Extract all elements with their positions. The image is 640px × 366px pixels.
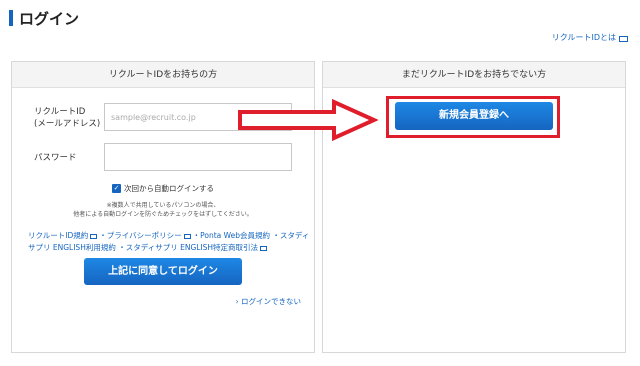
recruit-id-terms-link[interactable]: リクルートID規約 bbox=[28, 231, 88, 240]
register-panel: まだリクルートIDをお持ちでない方 新規会員登録へ bbox=[322, 61, 626, 353]
auto-login-option[interactable]: ✓ 次回から自動ログインする bbox=[112, 183, 214, 194]
recruit-id-label-line2: (メールアドレス) bbox=[34, 119, 101, 129]
new-registration-button[interactable]: 新規会員登録へ bbox=[395, 102, 553, 130]
auto-login-note-line2: 他者による自動ログインを防ぐためチェックをはずしてください。 bbox=[73, 211, 253, 218]
external-link-icon bbox=[90, 233, 98, 239]
external-link-icon bbox=[260, 245, 268, 251]
recruit-id-label-line1: リクルートID bbox=[34, 107, 86, 117]
external-link-icon bbox=[183, 233, 191, 239]
external-link-icon bbox=[619, 35, 628, 42]
ponta-web-terms-link[interactable]: Ponta Web会員規約 bbox=[200, 231, 270, 240]
auto-login-checkbox[interactable]: ✓ bbox=[112, 184, 121, 193]
recruit-id-help-link-label: リクルートIDとは bbox=[551, 33, 616, 42]
login-panel-heading: リクルートIDをお持ちの方 bbox=[12, 62, 314, 88]
recruit-id-label: リクルートID (メールアドレス) bbox=[34, 106, 100, 130]
auto-login-label: 次回から自動ログインする bbox=[124, 184, 214, 193]
recruit-id-field[interactable] bbox=[104, 103, 292, 131]
cannot-login-label: ログインできない bbox=[241, 297, 301, 306]
page-title: ログイン bbox=[9, 8, 79, 28]
password-label: パスワード bbox=[34, 153, 77, 163]
policy-links: リクルートID規約 ・プライバシーポリシー ・Ponta Web会員規約 ・スタディ… bbox=[28, 231, 310, 252]
password-input[interactable] bbox=[105, 144, 291, 170]
register-panel-heading: まだリクルートIDをお持ちでない方 bbox=[323, 62, 625, 88]
page-title-text: ログイン bbox=[19, 9, 80, 28]
password-field[interactable] bbox=[104, 143, 292, 171]
privacy-policy-link[interactable]: プライバシーポリシー bbox=[107, 231, 182, 240]
recruit-id-help-link[interactable]: リクルートIDとは bbox=[552, 32, 628, 43]
auto-login-note-line1: ※複数人で共用しているパソコンの場合、 bbox=[106, 202, 220, 209]
chevron-right-icon: › bbox=[235, 297, 239, 306]
cannot-login-link[interactable]: › ログインできない bbox=[236, 296, 301, 307]
title-accent-bar bbox=[9, 10, 13, 26]
studysapuri-english-commerce-link[interactable]: スタディサプリ ENGLISH特定商取引法 bbox=[126, 243, 258, 252]
recruit-id-input[interactable] bbox=[105, 104, 291, 130]
agree-and-login-button[interactable]: 上記に同意してログイン bbox=[84, 258, 242, 285]
login-panel: リクルートIDをお持ちの方 リクルートID (メールアドレス) パスワード ✓ … bbox=[11, 61, 315, 353]
